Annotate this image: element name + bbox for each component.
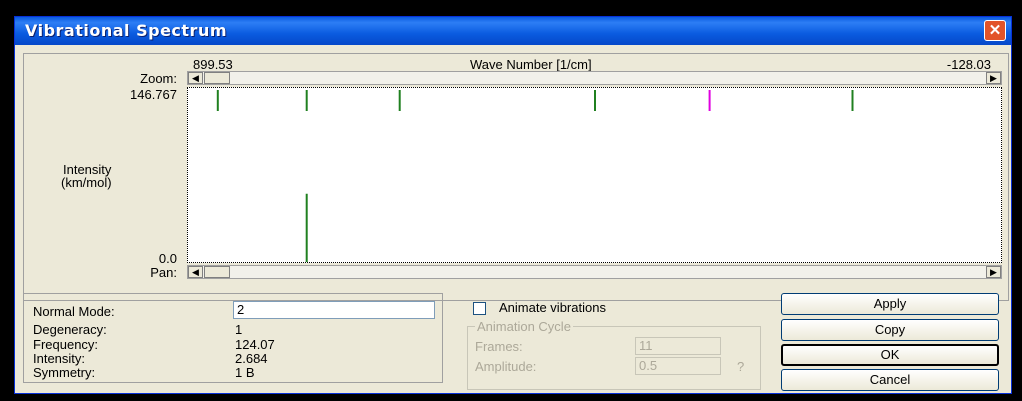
ok-button[interactable]: OK — [781, 344, 999, 366]
normal-mode-input[interactable]: 2 — [233, 301, 435, 319]
copy-button[interactable]: Copy — [781, 319, 999, 341]
degeneracy-value: 1 — [235, 322, 243, 337]
x-axis-left-value: 899.53 — [193, 57, 233, 72]
amplitude-label: Amplitude: — [475, 359, 537, 374]
pan-right-arrow-icon[interactable]: ▶ — [986, 266, 1001, 278]
amplitude-input[interactable]: 0.5 — [635, 357, 721, 375]
zoom-label: Zoom: — [140, 71, 177, 86]
frames-label: Frames: — [475, 339, 523, 354]
apply-button[interactable]: Apply — [781, 293, 999, 315]
vibrational-spectrum-dialog: Vibrational Spectrum ✕ 899.53 Wave Numbe… — [14, 16, 1012, 394]
y-axis-title-line2: (km/mol) — [61, 175, 112, 190]
intensity-label: Intensity: — [33, 351, 86, 366]
intensity-value: 2.684 — [235, 351, 268, 366]
normal-mode-label: Normal Mode: — [33, 304, 115, 319]
cancel-button[interactable]: Cancel — [781, 369, 999, 391]
animate-vibrations-checkbox[interactable] — [473, 302, 486, 315]
zoom-left-arrow-icon[interactable]: ◀ — [188, 72, 203, 84]
pan-label: Pan: — [150, 265, 177, 280]
y-axis-min: 0.0 — [158, 251, 177, 266]
screen-frame: Vibrational Spectrum ✕ 899.53 Wave Numbe… — [0, 0, 1022, 401]
symmetry-value: 1 B — [235, 365, 255, 380]
pan-left-arrow-icon[interactable]: ◀ — [188, 266, 203, 278]
frequency-label: Frequency: — [33, 337, 99, 352]
degeneracy-label: Degeneracy: — [33, 322, 107, 337]
zoom-scrollbar[interactable]: ◀ ▶ — [187, 71, 1002, 85]
window-title: Vibrational Spectrum — [25, 21, 228, 40]
pan-thumb[interactable] — [204, 266, 230, 278]
animation-cycle-title: Animation Cycle — [475, 319, 573, 334]
zoom-thumb[interactable] — [204, 72, 230, 84]
frequency-value: 124.07 — [235, 337, 275, 352]
frames-input[interactable]: 11 — [635, 337, 721, 355]
animate-vibrations-label: Animate vibrations — [499, 300, 606, 315]
title-bar[interactable]: Vibrational Spectrum ✕ — [15, 17, 1011, 45]
help-icon[interactable]: ? — [737, 359, 744, 374]
x-axis-title: Wave Number [1/cm] — [470, 57, 592, 72]
zoom-right-arrow-icon[interactable]: ▶ — [986, 72, 1001, 84]
pan-scrollbar[interactable]: ◀ ▶ — [187, 265, 1002, 279]
x-axis-right-value: -128.03 — [946, 57, 991, 72]
y-axis-max: 146.767 — [130, 87, 177, 102]
symmetry-label: Symmetry: — [33, 365, 96, 380]
spectrum-svg — [216, 90, 854, 262]
spectrum-plot[interactable] — [187, 87, 1002, 263]
close-icon[interactable]: ✕ — [984, 20, 1006, 41]
